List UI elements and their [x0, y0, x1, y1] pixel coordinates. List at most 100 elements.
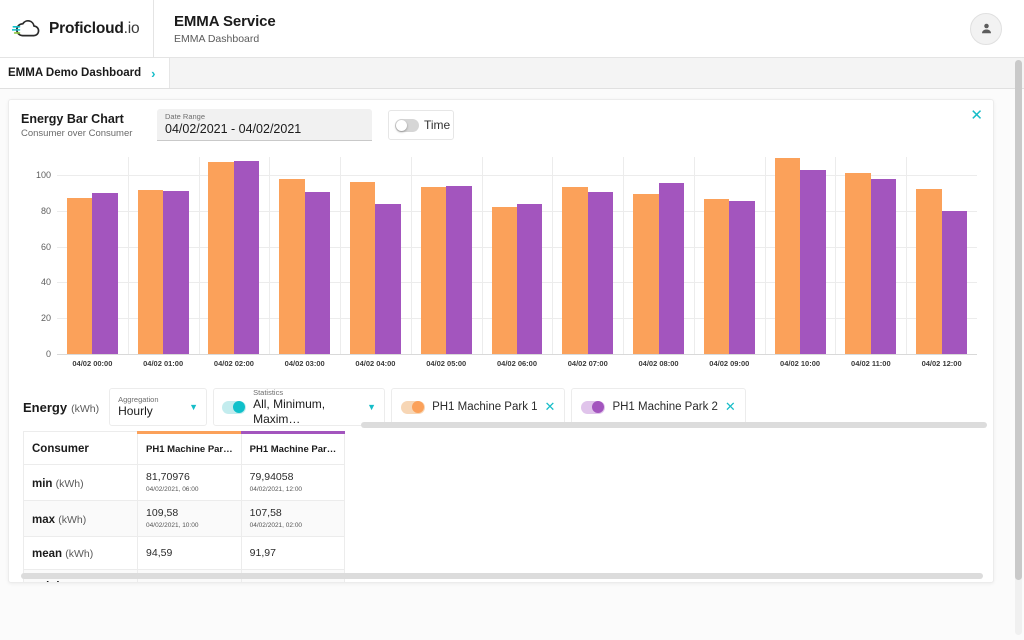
bar-1[interactable]	[163, 191, 189, 354]
cell-timestamp: 04/02/2021, 06:00	[146, 486, 199, 493]
x-gridline	[623, 157, 625, 354]
bar-group[interactable]	[208, 157, 260, 354]
bar-0[interactable]	[774, 157, 801, 354]
series-toggle-park2[interactable]	[581, 400, 606, 414]
bar-1[interactable]	[870, 178, 897, 354]
y-axis-tick-label: 60	[40, 241, 51, 252]
bar-1[interactable]	[304, 191, 331, 354]
bar-0[interactable]	[491, 207, 517, 354]
statistics-select[interactable]: Statistics All, Minimum, Maxim… ▼	[213, 387, 386, 426]
avatar-area	[970, 0, 1024, 57]
chart-controls: Energy (kWh) Aggregation Hourly ▼ Statis…	[9, 387, 993, 428]
value-cell: 109,58 04/02/2021, 10:00	[137, 500, 242, 537]
bar-0[interactable]	[916, 189, 942, 354]
avatar[interactable]	[970, 12, 1002, 45]
statistics-toggle[interactable]	[222, 400, 247, 414]
series-toggle-park1[interactable]	[401, 400, 426, 414]
y-axis-tick-label: 100	[35, 169, 51, 180]
cell-value: 109,58	[146, 507, 179, 519]
bar-0[interactable]	[703, 199, 730, 354]
energy-label: Energy	[23, 399, 68, 415]
x-gridline	[693, 157, 695, 354]
bar-0[interactable]	[562, 186, 588, 354]
bar-1[interactable]	[375, 203, 401, 354]
bar-group[interactable]	[562, 157, 614, 354]
bar-0[interactable]	[137, 190, 164, 354]
bar-1[interactable]	[516, 204, 543, 354]
y-axis-tick-label: 0	[45, 349, 51, 359]
cell-timestamp: 04/02/2021, 02:00	[249, 522, 303, 529]
row-label: mean (kWh)	[32, 548, 94, 560]
bar-1[interactable]	[800, 169, 826, 354]
bar-group[interactable]	[916, 157, 968, 354]
controls-scrollbar[interactable]	[361, 422, 987, 428]
x-axis-tick-label: 04/02 09:00	[709, 359, 750, 368]
chevron-down-icon: ▼	[367, 402, 377, 412]
close-icon[interactable]: ✕	[970, 108, 983, 123]
row-unit: (kWh)	[55, 477, 84, 490]
bar-1[interactable]	[446, 185, 472, 354]
energy-bar-chart-card: ✕ Energy Bar Chart Consumer over Consume…	[8, 99, 994, 583]
breadcrumb[interactable]: EMMA Demo Dashboard ›	[0, 58, 171, 88]
bar-group[interactable]	[66, 157, 118, 354]
bar-1[interactable]	[658, 182, 684, 354]
service-header: EMMA Service EMMA Dashboard	[154, 0, 970, 57]
table-header-row: Consumer PH1 Machine Par… PH1 Machine Pa…	[22, 431, 346, 465]
person-icon	[981, 23, 991, 34]
cell-value: 7,98	[250, 580, 337, 583]
series-chip-park1[interactable]: PH1 Machine Park 1 ✕	[391, 388, 566, 426]
x-gridline	[340, 157, 342, 354]
bar-group[interactable]	[633, 157, 684, 354]
table-header-series-2: PH1 Machine Par…	[240, 431, 346, 465]
bar-1[interactable]	[92, 192, 118, 354]
bar-group[interactable]	[845, 157, 897, 354]
page-scrollbar-thumb[interactable]	[1015, 60, 1022, 580]
x-axis-tick-label: 04/02 11:00	[851, 359, 891, 368]
breadcrumb-label: EMMA Demo Dashboard	[8, 67, 142, 79]
bar-0[interactable]	[279, 179, 305, 354]
x-axis-tick-label: 04/02 07:00	[567, 359, 608, 368]
bar-group[interactable]	[420, 157, 472, 354]
series-chip-label: PH1 Machine Park 2	[612, 401, 718, 413]
bar-group[interactable]	[137, 157, 189, 354]
bar-0[interactable]	[845, 173, 871, 354]
time-toggle[interactable]	[395, 118, 419, 132]
date-range-field[interactable]: Date Range 04/02/2021 - 04/02/2021	[157, 109, 372, 141]
aggregation-select[interactable]: Aggregation Hourly ▼	[109, 388, 208, 426]
bar-group[interactable]	[279, 157, 331, 354]
bar-0[interactable]	[66, 198, 93, 354]
statistics-label: Statistics	[253, 387, 284, 397]
cell-value: 81,70976	[146, 471, 190, 483]
bar-0[interactable]	[349, 182, 376, 354]
bar-0[interactable]	[633, 193, 659, 354]
card-header: Energy Bar Chart Consumer over Consumer …	[9, 100, 993, 147]
bar-group[interactable]	[703, 157, 755, 354]
bar-1[interactable]	[941, 210, 968, 354]
remove-series-icon[interactable]: ✕	[545, 399, 556, 415]
x-gridline	[269, 157, 271, 354]
bar-0[interactable]	[420, 186, 447, 354]
x-axis-tick-label: 04/02 05:00	[426, 359, 467, 368]
x-gridline	[198, 157, 200, 354]
service-subtitle: EMMA Dashboard	[174, 32, 260, 45]
card-scrollbar[interactable]	[21, 573, 983, 579]
bar-1[interactable]	[587, 191, 614, 354]
statistics-table: Consumer PH1 Machine Par… PH1 Machine Pa…	[22, 431, 346, 583]
value-cell: 81,70976 04/02/2021, 06:00	[137, 464, 242, 501]
date-range-label: Date Range	[165, 112, 206, 121]
row-label-cell: min (kWh)	[22, 464, 139, 501]
bar-1[interactable]	[729, 200, 755, 354]
bar-group[interactable]	[491, 157, 543, 354]
remove-series-icon[interactable]: ✕	[725, 399, 736, 415]
series-chip-park2[interactable]: PH1 Machine Park 2 ✕	[571, 388, 746, 426]
bar-1[interactable]	[233, 161, 260, 354]
date-range-value: 04/02/2021 - 04/02/2021	[165, 122, 302, 136]
bar-group[interactable]	[349, 157, 401, 354]
bar-group[interactable]	[774, 157, 826, 354]
x-axis-tick-label: 04/02 08:00	[638, 359, 679, 368]
chart-title: Energy Bar Chart	[21, 111, 124, 126]
page-scrollbar[interactable]	[1015, 60, 1022, 635]
bar-0[interactable]	[208, 162, 234, 354]
time-toggle-container[interactable]: Time	[388, 110, 454, 140]
brand-logo-area[interactable]: Proficloud.io	[0, 0, 154, 57]
